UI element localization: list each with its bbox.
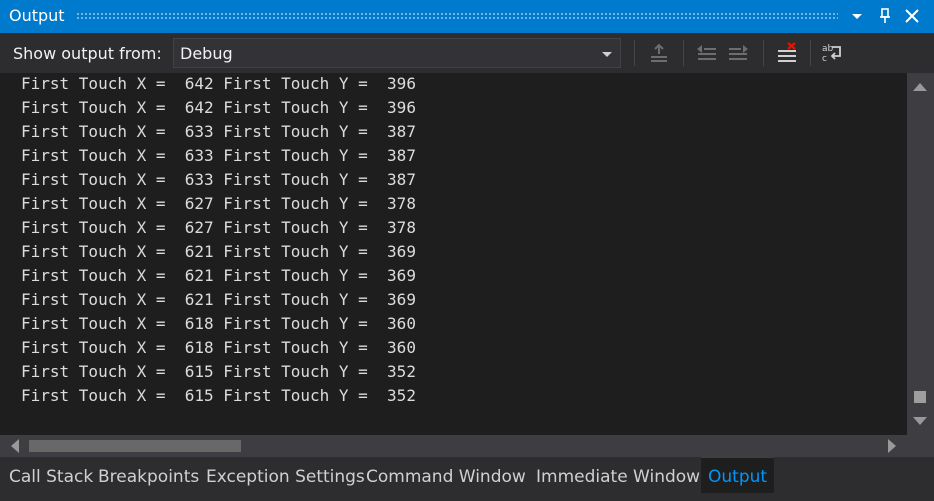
scroll-left-arrow-icon[interactable] bbox=[11, 439, 19, 453]
toggle-word-wrap-icon[interactable]: ab c bbox=[820, 41, 844, 65]
output-line: First Touch X = 642 First Touch Y = 396 bbox=[21, 98, 416, 117]
output-line: First Touch X = 621 First Touch Y = 369 bbox=[21, 242, 416, 261]
show-output-from-label: Show output from: bbox=[13, 44, 162, 63]
scroll-right-arrow-icon[interactable] bbox=[888, 439, 896, 453]
window-title: Output bbox=[9, 6, 65, 25]
toolbar-separator bbox=[634, 40, 635, 66]
vertical-scrollbar[interactable] bbox=[907, 73, 934, 435]
output-line: First Touch X = 633 First Touch Y = 387 bbox=[21, 122, 416, 141]
toolbar-separator bbox=[763, 40, 764, 66]
output-line: First Touch X = 618 First Touch Y = 360 bbox=[21, 314, 416, 333]
toolbar-separator bbox=[810, 40, 811, 66]
previous-message-icon[interactable] bbox=[694, 41, 718, 65]
scroll-down-arrow-icon[interactable] bbox=[913, 417, 927, 425]
next-message-icon[interactable] bbox=[727, 41, 751, 65]
tab-immediate-window[interactable]: Immediate Window bbox=[536, 457, 700, 493]
tab-output[interactable]: Output bbox=[701, 457, 775, 493]
output-source-select[interactable]: Debug bbox=[173, 38, 621, 68]
tab-breakpoints[interactable]: Breakpoints bbox=[98, 457, 199, 493]
tab-call-stack[interactable]: Call Stack bbox=[9, 457, 93, 493]
output-window-titlebar[interactable]: Output bbox=[0, 0, 934, 33]
svg-text:ab: ab bbox=[822, 44, 834, 54]
clear-all-icon[interactable] bbox=[775, 41, 799, 65]
output-line: First Touch X = 627 First Touch Y = 378 bbox=[21, 194, 416, 213]
window-menu-dropdown-icon[interactable] bbox=[845, 4, 869, 28]
output-line: First Touch X = 633 First Touch Y = 387 bbox=[21, 170, 416, 189]
output-line: First Touch X = 618 First Touch Y = 360 bbox=[21, 338, 416, 357]
output-toolbar: Show output from: Debug ab c bbox=[0, 33, 934, 73]
output-line: First Touch X = 615 First Touch Y = 352 bbox=[21, 386, 416, 405]
tab-exception-settings[interactable]: Exception Settings bbox=[206, 457, 365, 493]
output-line: First Touch X = 615 First Touch Y = 352 bbox=[21, 362, 416, 381]
output-source-value: Debug bbox=[180, 44, 233, 63]
pin-icon[interactable] bbox=[873, 4, 897, 28]
tool-window-tabs: Call Stack Breakpoints Exception Setting… bbox=[0, 457, 934, 501]
output-line: First Touch X = 633 First Touch Y = 387 bbox=[21, 146, 416, 165]
svg-text:c: c bbox=[822, 54, 827, 64]
vertical-scroll-thumb[interactable] bbox=[914, 391, 926, 403]
toolbar-separator bbox=[683, 40, 684, 66]
scrollbar-corner bbox=[907, 435, 934, 457]
output-text-area[interactable]: First Touch X = 642 First Touch Y = 396 … bbox=[0, 73, 907, 435]
output-line: First Touch X = 642 First Touch Y = 396 bbox=[21, 74, 416, 93]
output-line: First Touch X = 621 First Touch Y = 369 bbox=[21, 290, 416, 309]
horizontal-scrollbar[interactable] bbox=[0, 435, 907, 457]
scroll-up-arrow-icon[interactable] bbox=[913, 83, 927, 91]
chevron-down-icon bbox=[602, 52, 612, 57]
output-line: First Touch X = 627 First Touch Y = 378 bbox=[21, 218, 416, 237]
output-line: First Touch X = 621 First Touch Y = 369 bbox=[21, 266, 416, 285]
find-message-in-code-icon[interactable] bbox=[647, 41, 671, 65]
close-icon[interactable] bbox=[900, 4, 924, 28]
horizontal-scroll-thumb[interactable] bbox=[29, 440, 241, 452]
tab-command-window[interactable]: Command Window bbox=[366, 457, 526, 493]
titlebar-drag-grip[interactable] bbox=[76, 12, 838, 20]
